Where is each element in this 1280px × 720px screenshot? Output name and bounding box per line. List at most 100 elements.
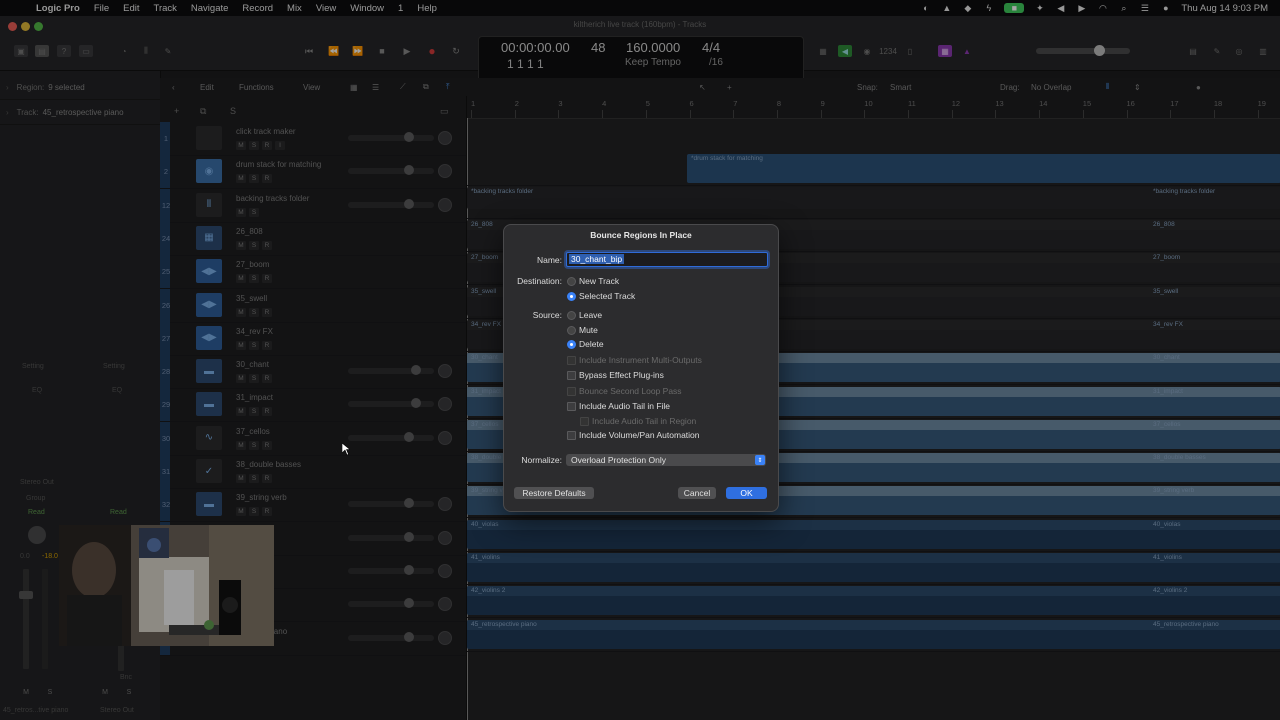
status-icon-2[interactable]: ▲: [941, 3, 952, 13]
track-volume-knob[interactable]: [404, 431, 414, 442]
track-icon[interactable]: ◉: [196, 159, 222, 184]
quick-help-icon[interactable]: ?: [57, 45, 71, 57]
track-volume-knob[interactable]: [404, 531, 414, 542]
plugin-2-icon[interactable]: ▲: [960, 45, 974, 57]
list-editors-icon[interactable]: ▦: [816, 45, 830, 57]
menu-window[interactable]: Window: [350, 3, 384, 14]
rewind-icon[interactable]: ⏪: [327, 44, 341, 58]
track-name[interactable]: 26_808: [236, 227, 263, 236]
track-volume-slider[interactable]: [348, 401, 434, 408]
status-icon-4[interactable]: ✦: [1034, 3, 1045, 13]
audio-tail-file-label[interactable]: Include Audio Tail in File: [579, 401, 670, 411]
vertical-zoom-icon[interactable]: ⇕: [1134, 83, 1141, 92]
menu-edit[interactable]: Edit: [123, 3, 139, 14]
track-icon[interactable]: ⫴: [196, 192, 222, 217]
solo-button-right[interactable]: S: [123, 687, 135, 697]
menu-1[interactable]: 1: [398, 3, 403, 14]
audio-tail-region-checkbox[interactable]: [580, 417, 589, 426]
disclosure-icon[interactable]: ›: [6, 108, 9, 117]
lcd-division[interactable]: /16: [709, 57, 723, 68]
track-btn-m[interactable]: M: [236, 374, 246, 384]
name-field[interactable]: 30_chant_bip: [566, 252, 768, 267]
wifi-icon[interactable]: ◠: [1097, 3, 1108, 13]
siri-icon[interactable]: ●: [1160, 3, 1171, 13]
track-volume-knob[interactable]: [404, 564, 414, 575]
volpan-automation-label[interactable]: Include Volume/Pan Automation: [579, 430, 700, 440]
library-icon[interactable]: ▣: [14, 45, 28, 57]
track-icon[interactable]: ▬: [196, 492, 222, 517]
track-btn-s[interactable]: S: [249, 307, 259, 317]
track-btn-r[interactable]: R: [262, 407, 272, 417]
track-icon[interactable]: [196, 126, 222, 150]
volpan-automation-checkbox[interactable]: [567, 431, 576, 440]
inspector-icon[interactable]: ▤: [35, 45, 49, 57]
track-pan-knob[interactable]: [438, 397, 452, 412]
track-number-icon[interactable]: S: [230, 106, 236, 116]
track-volume-slider[interactable]: [348, 634, 434, 641]
track-btn-r[interactable]: R: [262, 340, 272, 350]
track-header[interactable]: 25 ◀▶ 27_boom M S R: [160, 255, 466, 290]
track-lane[interactable]: *backing tracks folder *backing tracks fo…: [467, 185, 1280, 219]
track-volume-slider[interactable]: [348, 434, 434, 441]
track-name[interactable]: 38_double basses: [236, 460, 301, 469]
ok-button[interactable]: OK: [726, 487, 767, 499]
menu-help[interactable]: Help: [417, 3, 437, 14]
smart-controls-icon[interactable]: ◔: [117, 45, 131, 57]
dest-selected-track-radio[interactable]: [567, 292, 576, 301]
automation-icon[interactable]: ⟋: [400, 82, 406, 92]
track-icon[interactable]: ▦: [196, 225, 222, 250]
track-header[interactable]: 1 click track maker M S R I: [160, 122, 466, 156]
track-btn-m[interactable]: M: [236, 141, 246, 150]
notepad-icon[interactable]: ✎: [1210, 45, 1224, 57]
track-volume-knob[interactable]: [404, 198, 414, 209]
track-btn-m[interactable]: M: [236, 440, 246, 450]
track-name[interactable]: 30_chant: [236, 360, 269, 369]
pointer-tool-icon[interactable]: ↖: [699, 83, 706, 92]
track-btn-r[interactable]: R: [262, 507, 272, 517]
cycle-icon[interactable]: ↻: [449, 44, 463, 58]
go-to-beginning-icon[interactable]: ⏮: [302, 44, 316, 58]
track-volume-slider[interactable]: [348, 168, 434, 175]
clock[interactable]: Thu Aug 14 9:03 PM: [1181, 3, 1268, 14]
setting-left[interactable]: Setting: [22, 363, 44, 370]
list-editors-right-icon[interactable]: ▤: [1186, 45, 1200, 57]
inspector-track-row[interactable]: › Track: 45_retrospective piano: [0, 100, 160, 125]
master-volume-slider[interactable]: [1036, 48, 1130, 54]
menu-view[interactable]: View: [316, 3, 336, 14]
track-header[interactable]: 31 ✓ 38_double basses M S R: [160, 455, 466, 489]
pan-knob[interactable]: [28, 526, 46, 544]
track-icon[interactable]: ◀▶: [196, 292, 222, 317]
track-btn-s[interactable]: S: [249, 240, 259, 250]
disclosure-icon[interactable]: ›: [6, 83, 9, 92]
src-leave-label[interactable]: Leave: [579, 310, 602, 320]
track-header[interactable]: 30 ∿ 37_cellos M S R: [160, 421, 466, 456]
dest-new-track-label[interactable]: New Track: [579, 276, 619, 286]
track-header[interactable]: 27 ◀▶ 34_rev FX M S R: [160, 321, 466, 356]
track-volume-slider[interactable]: [348, 601, 434, 608]
toolbar-icon[interactable]: ▭: [79, 45, 93, 57]
edit-menu[interactable]: Edit: [200, 83, 214, 92]
lcd-tempo[interactable]: 160.0000: [626, 40, 680, 55]
automation-read-left[interactable]: Read: [28, 509, 45, 516]
track-volume-slider[interactable]: [348, 534, 434, 541]
track-icon[interactable]: ∿: [196, 425, 222, 450]
volume-icon[interactable]: ◀: [1055, 3, 1066, 13]
track-header[interactable]: 32 ▬ 39_string verb M S R: [160, 488, 466, 523]
track-btn-r[interactable]: R: [262, 274, 272, 284]
track-name[interactable]: drum stack for matching: [236, 160, 321, 169]
track-pan-knob[interactable]: [438, 497, 452, 512]
region[interactable]: 40_violas 40_violas: [467, 519, 1280, 549]
lcd-signature[interactable]: 4/4: [702, 40, 720, 55]
bypass-plugins-checkbox[interactable]: [567, 371, 576, 380]
track-icon[interactable]: ✓: [196, 459, 222, 483]
track-btn-s[interactable]: S: [249, 340, 259, 350]
track-volume-slider[interactable]: [348, 501, 434, 508]
metronome-icon[interactable]: ▯: [903, 45, 917, 57]
track-btn-m[interactable]: M: [236, 174, 246, 184]
track-icon[interactable]: ◀▶: [196, 259, 222, 284]
track-header[interactable]: 2 ◉ drum stack for matching M S R: [160, 155, 466, 190]
stereo-out-label[interactable]: Stereo Out: [20, 479, 54, 486]
track-header[interactable]: 28 ▬ 30_chant M S R: [160, 355, 466, 390]
snap-value[interactable]: Smart: [890, 83, 911, 92]
track-btn-m[interactable]: M: [236, 240, 246, 250]
